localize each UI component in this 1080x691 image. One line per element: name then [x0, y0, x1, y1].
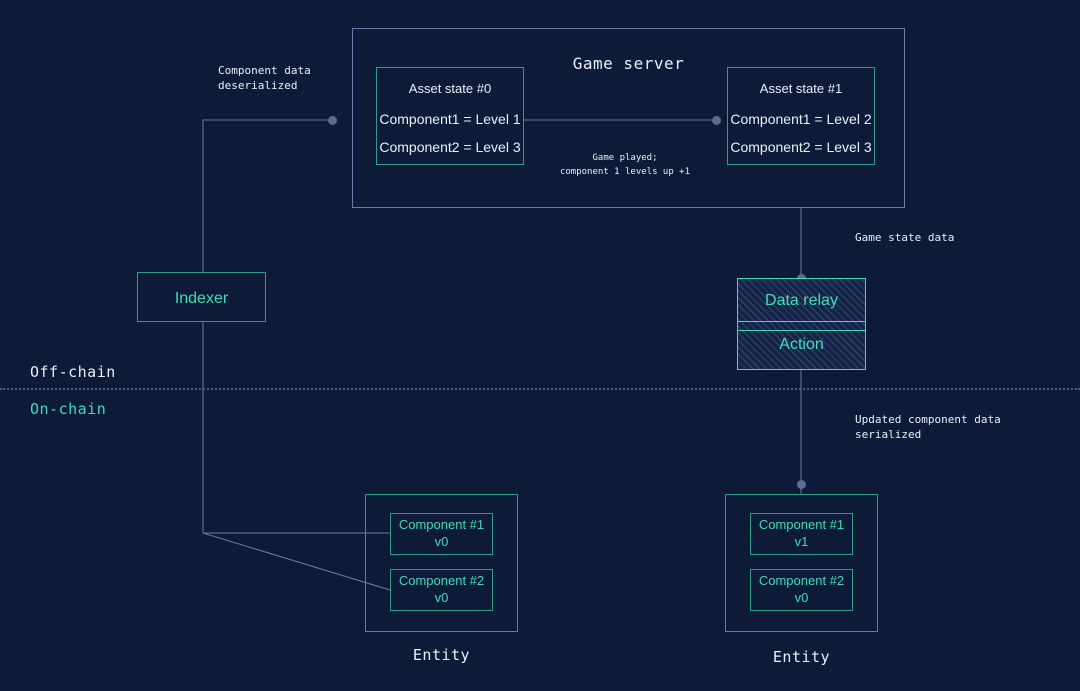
edge-deserialize-path — [202, 119, 332, 533]
asset-state-0-row-1: Component1 = Level 1 — [379, 111, 521, 127]
action-label: Action — [779, 336, 824, 353]
data-relay-block[interactable]: Data relay Action — [737, 278, 866, 370]
asset-state-1-row-2: Component2 = Level 3 — [730, 139, 872, 155]
asset-state-1-title: Asset state #1 — [759, 81, 843, 96]
diagram-canvas: Game server Asset state #0 Component1 = … — [0, 0, 1080, 691]
relay-divider-bottom — [737, 330, 866, 331]
edge-indexer-to-component2 — [202, 532, 391, 591]
data-relay-label: Data relay — [765, 292, 838, 309]
entity-right-caption: Entity — [772, 648, 831, 666]
entity-right-component-1[interactable]: Component #1 v1 — [750, 513, 853, 555]
on-chain-label: On-chain — [30, 400, 107, 418]
entity-right-component-1-version: v1 — [794, 534, 809, 549]
entity-left-component-1[interactable]: Component #1 v0 — [390, 513, 493, 555]
game-played-label: Game played; component 1 levels up +1 — [559, 153, 691, 177]
entity-left-caption: Entity — [412, 646, 471, 664]
relay-divider-top — [737, 321, 866, 322]
indexer-label: Indexer — [174, 290, 229, 307]
game-state-data-label: Game state data — [855, 231, 955, 244]
updated-component-data-label: Updated component data serialized — [855, 413, 1001, 441]
asset-state-0-row-2: Component2 = Level 3 — [379, 139, 521, 155]
chain-divider-line — [0, 388, 1080, 390]
entity-left-component-2-version: v0 — [434, 590, 449, 605]
entity-left-component-1-version: v0 — [434, 534, 449, 549]
off-chain-label: Off-chain — [30, 363, 116, 381]
entity-right-component-1-name: Component #1 — [758, 517, 845, 533]
entity-left-component-2-name: Component #2 — [398, 573, 485, 589]
entity-left-component-1-name: Component #1 — [398, 517, 485, 533]
asset-state-0-title: Asset state #0 — [408, 81, 492, 96]
component-data-deserialized-label: Component data deserialized — [218, 64, 311, 92]
entity-right-component-2-version: v0 — [794, 590, 809, 605]
asset-state-1-row-1: Component1 = Level 2 — [730, 111, 872, 127]
edge-dot-deserialize — [328, 116, 337, 125]
entity-right-component-2[interactable]: Component #2 v0 — [750, 569, 853, 611]
edge-dot-serialize — [797, 480, 806, 489]
edge-dot-asset-transition — [712, 116, 721, 125]
entity-right-component-2-name: Component #2 — [758, 573, 845, 589]
entity-left-component-2[interactable]: Component #2 v0 — [390, 569, 493, 611]
